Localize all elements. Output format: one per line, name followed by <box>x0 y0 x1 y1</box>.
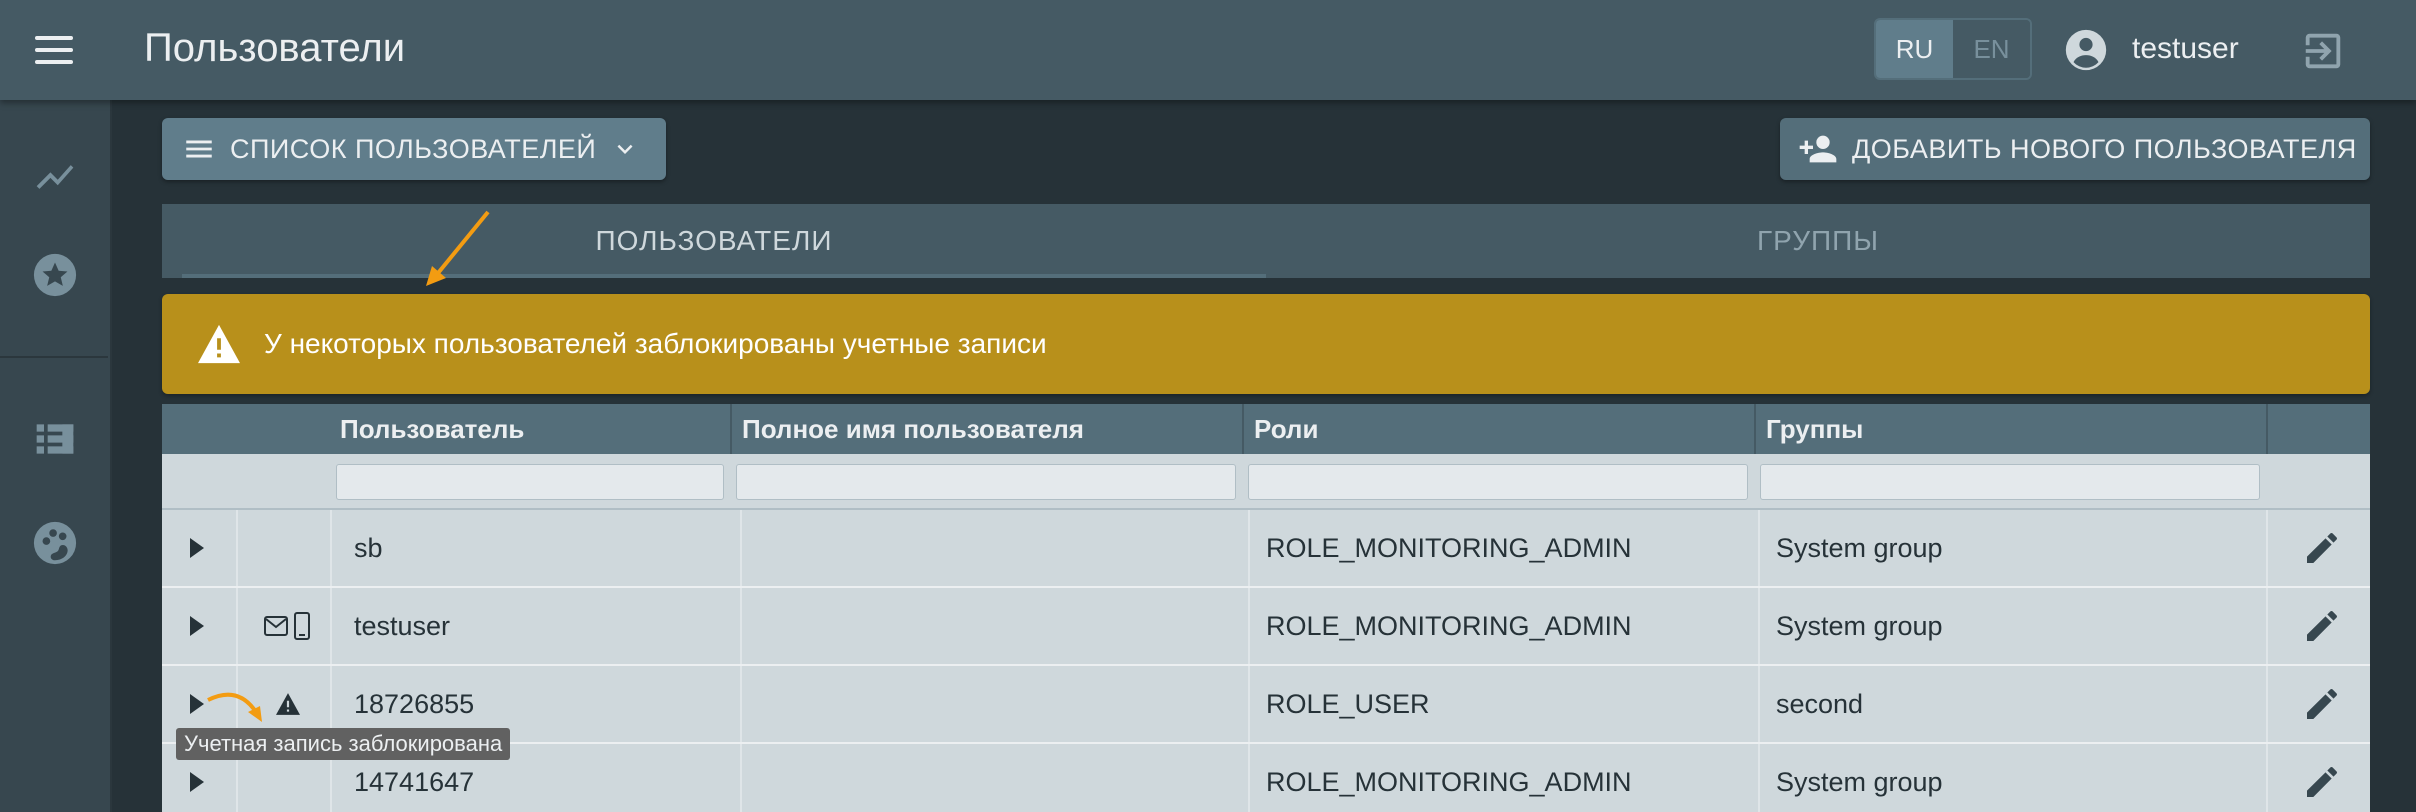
header-spacer <box>162 404 332 454</box>
sidebar <box>0 100 112 812</box>
edit-pencil-icon[interactable] <box>2302 762 2342 802</box>
cell-divider <box>2266 744 2268 812</box>
cell-divider <box>1758 666 1760 742</box>
lang-ru-button[interactable]: RU <box>1876 20 1953 78</box>
top-app-bar: Пользователи RU EN testuser <box>0 0 2416 100</box>
filter-user-input[interactable] <box>336 464 724 500</box>
add-user-button[interactable]: ДОБАВИТЬ НОВОГО ПОЛЬЗОВАТЕЛЯ <box>1780 118 2370 180</box>
expand-row-icon[interactable] <box>190 538 204 558</box>
cell-divider <box>236 588 238 664</box>
cell-divider <box>2266 666 2268 742</box>
column-header-actions <box>2266 404 2370 454</box>
cell-divider <box>740 588 742 664</box>
sidebar-divider <box>0 356 108 358</box>
palette-icon[interactable] <box>30 518 80 568</box>
account-circle-icon[interactable] <box>2064 28 2108 72</box>
cell-groups: System group <box>1776 766 1943 797</box>
logout-icon[interactable] <box>2300 28 2346 74</box>
cell-divider <box>1758 744 1760 812</box>
user-list-dropdown-button[interactable]: СПИСОК ПОЛЬЗОВАТЕЛЕЙ <box>162 118 666 180</box>
dashboard-icon[interactable] <box>30 414 80 464</box>
cell-divider <box>2266 510 2268 586</box>
annotation-arrow-icon <box>426 210 490 286</box>
column-header-groups[interactable]: Группы <box>1754 404 2266 454</box>
filter-row <box>162 454 2370 510</box>
cell-divider <box>1248 666 1250 742</box>
edit-pencil-icon[interactable] <box>2302 606 2342 646</box>
cell-divider <box>740 744 742 812</box>
person-add-icon <box>1799 135 1837 163</box>
tab-groups[interactable]: ГРУППЫ <box>1266 204 2370 278</box>
edit-pencil-icon[interactable] <box>2302 528 2342 568</box>
column-header-roles[interactable]: Роли <box>1242 404 1754 454</box>
page-title: Пользователи <box>144 26 406 70</box>
filter-groups-input[interactable] <box>1760 464 2260 500</box>
expand-row-icon[interactable] <box>190 616 204 636</box>
chart-line-icon[interactable] <box>30 152 80 202</box>
locked-warning-icon[interactable] <box>274 692 302 716</box>
star-icon[interactable] <box>30 250 80 300</box>
chevron-down-icon <box>617 144 633 154</box>
lang-en-button[interactable]: EN <box>1953 20 2030 78</box>
cell-groups: second <box>1776 688 1864 719</box>
edit-pencil-icon[interactable] <box>2302 684 2342 724</box>
warning-text: У некоторых пользователей заблокированы … <box>264 328 1047 359</box>
hamburger-menu-icon[interactable] <box>26 26 82 74</box>
cell-divider <box>236 510 238 586</box>
table-row[interactable]: sb ROLE_MONITORING_ADMIN System group <box>162 510 2370 588</box>
cell-divider <box>330 510 332 586</box>
cell-roles: ROLE_MONITORING_ADMIN <box>1266 610 1632 641</box>
column-header-full-name[interactable]: Полное имя пользователя <box>730 404 1242 454</box>
table-header: Пользователь Полное имя пользователя Рол… <box>162 404 2370 454</box>
cell-divider <box>740 666 742 742</box>
filter-roles-input[interactable] <box>1248 464 1748 500</box>
phone-icon <box>294 612 310 640</box>
cell-roles: ROLE_MONITORING_ADMIN <box>1266 532 1632 563</box>
cell-groups: System group <box>1776 610 1943 641</box>
column-header-user[interactable]: Пользователь <box>330 404 730 454</box>
language-switcher: RU EN <box>1874 18 2032 80</box>
cell-divider <box>740 510 742 586</box>
warning-icon <box>198 324 240 364</box>
cell-user: testuser <box>354 610 451 641</box>
cell-roles: ROLE_MONITORING_ADMIN <box>1266 766 1632 797</box>
email-icon <box>264 616 288 636</box>
expand-row-icon[interactable] <box>190 694 204 714</box>
user-list-button-label: СПИСОК ПОЛЬЗОВАТЕЛЕЙ <box>230 133 597 164</box>
cell-roles: ROLE_USER <box>1266 688 1430 719</box>
filter-full-name-input[interactable] <box>736 464 1236 500</box>
cell-divider <box>2266 588 2268 664</box>
cell-divider <box>1758 588 1760 664</box>
cell-divider <box>1248 588 1250 664</box>
cell-user: sb <box>354 532 383 563</box>
list-icon <box>186 140 212 158</box>
locked-account-tooltip: Учетная запись заблокирована <box>176 728 511 760</box>
expand-row-icon[interactable] <box>190 772 204 792</box>
add-user-button-label: ДОБАВИТЬ НОВОГО ПОЛЬЗОВАТЕЛЯ <box>1852 133 2357 164</box>
username-label: testuser <box>2132 32 2239 65</box>
active-tab-indicator <box>182 274 1266 278</box>
cell-groups: System group <box>1776 532 1943 563</box>
annotation-curve-arrow-icon <box>207 692 262 722</box>
cell-divider <box>1248 744 1250 812</box>
cell-divider <box>1248 510 1250 586</box>
cell-divider <box>330 588 332 664</box>
locked-accounts-warning: У некоторых пользователей заблокированы … <box>162 294 2370 394</box>
cell-divider <box>1758 510 1760 586</box>
tab-users[interactable]: ПОЛЬЗОВАТЕЛИ <box>162 204 1266 278</box>
table-row[interactable]: testuser ROLE_MONITORING_ADMIN System gr… <box>162 588 2370 666</box>
